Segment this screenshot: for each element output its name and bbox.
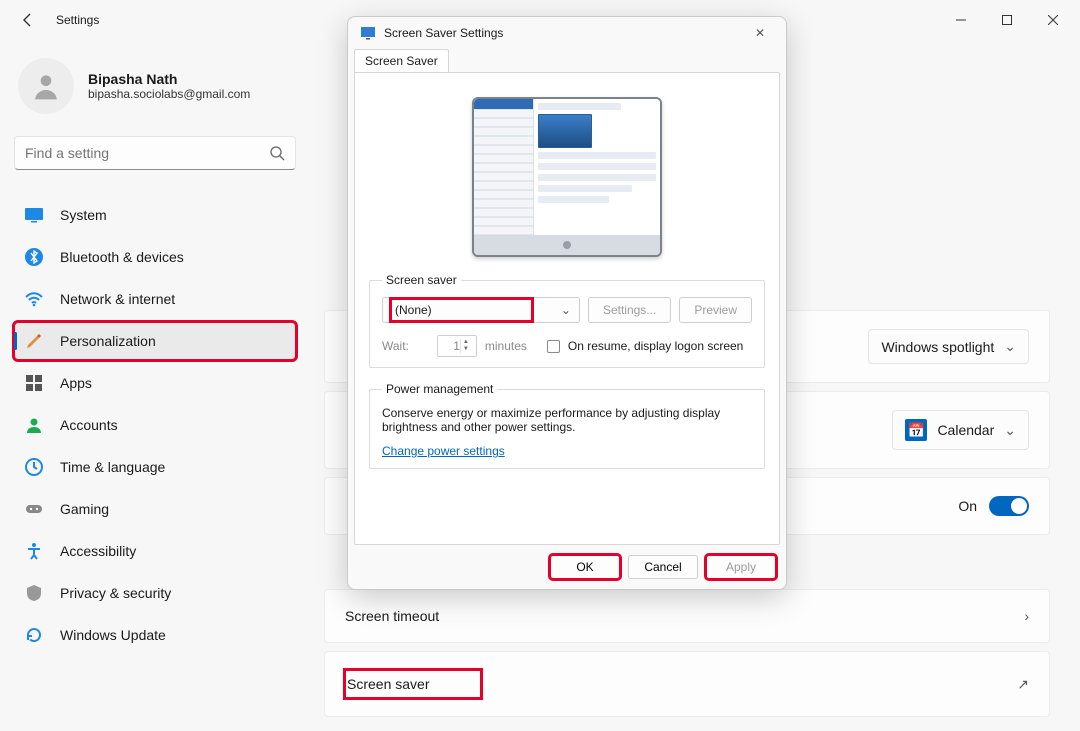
sidebar-item-label: Personalization — [60, 333, 156, 349]
wait-unit: minutes — [485, 339, 527, 353]
user-email: bipasha.sociolabs@gmail.com — [88, 87, 250, 101]
spotlight-value: Windows spotlight — [881, 339, 994, 355]
sidebar-item-label: Gaming — [60, 501, 109, 517]
resume-label: On resume, display logon screen — [568, 339, 743, 353]
sidebar-item-gaming[interactable]: Gaming — [14, 490, 296, 528]
row-label: Screen timeout — [345, 608, 439, 624]
sidebar-item-label: Bluetooth & devices — [60, 249, 184, 265]
sidebar-item-update[interactable]: Windows Update — [14, 616, 296, 654]
group-label: Screen saver — [382, 273, 461, 287]
chevron-down-icon: ⌄ — [561, 303, 571, 317]
preview-button[interactable]: Preview — [679, 297, 752, 323]
sidebar-item-label: Apps — [60, 375, 92, 391]
sidebar-item-system[interactable]: System — [14, 196, 296, 234]
sidebar-item-accessibility[interactable]: Accessibility — [14, 532, 296, 570]
maximize-button[interactable] — [984, 4, 1030, 36]
sidebar-item-network[interactable]: Network & internet — [14, 280, 296, 318]
screen-saver-row[interactable]: Screen saver ↗ — [324, 651, 1050, 717]
close-button[interactable] — [1030, 4, 1076, 36]
sidebar-item-label: Windows Update — [60, 627, 166, 643]
minimize-button[interactable] — [938, 4, 984, 36]
paintbrush-icon — [24, 331, 44, 351]
screensaver-dialog: Screen Saver Settings ✕ Screen Saver Scr… — [347, 16, 787, 590]
dialog-close-button[interactable]: ✕ — [746, 26, 774, 40]
wait-input[interactable] — [438, 339, 460, 353]
dialog-titlebar[interactable]: Screen Saver Settings ✕ — [348, 17, 786, 49]
apply-button[interactable]: Apply — [706, 555, 776, 579]
arrow-left-icon — [20, 12, 36, 28]
back-button[interactable] — [14, 6, 42, 34]
sidebar-item-label: Privacy & security — [60, 585, 171, 601]
row-label: Screen saver — [345, 670, 481, 698]
sidebar-item-label: Accessibility — [60, 543, 136, 559]
person-icon — [30, 70, 62, 102]
sidebar-item-bluetooth[interactable]: Bluetooth & devices — [14, 238, 296, 276]
open-external-icon: ↗ — [1017, 676, 1029, 693]
toggle-state: On — [958, 498, 977, 514]
window-title: Settings — [56, 13, 99, 27]
sidebar-item-label: System — [60, 207, 107, 223]
update-icon — [24, 625, 44, 645]
profile[interactable]: Bipasha Nath bipasha.sociolabs@gmail.com — [18, 58, 292, 114]
account-icon — [24, 415, 44, 435]
search-input[interactable] — [25, 145, 269, 161]
wifi-icon — [24, 289, 44, 309]
power-settings-link[interactable]: Change power settings — [382, 444, 505, 458]
calendar-value: Calendar — [937, 422, 994, 438]
sidebar-item-label: Network & internet — [60, 291, 175, 307]
wait-spinner[interactable]: ▲▼ — [437, 335, 477, 357]
sidebar: Bipasha Nath bipasha.sociolabs@gmail.com… — [0, 40, 310, 731]
calendar-icon: 📅 — [905, 419, 927, 441]
spin-down-icon[interactable]: ▼ — [463, 346, 469, 353]
apps-icon — [24, 373, 44, 393]
settings-button[interactable]: Settings... — [588, 297, 671, 323]
monitor-preview — [472, 97, 662, 257]
shield-icon — [24, 583, 44, 603]
sidebar-item-label: Accounts — [60, 417, 118, 433]
gamepad-icon — [24, 499, 44, 519]
sidebar-item-time[interactable]: Time & language — [14, 448, 296, 486]
dialog-title: Screen Saver Settings — [384, 26, 503, 40]
toggle-switch[interactable] — [989, 496, 1029, 516]
wait-label: Wait: — [382, 339, 409, 353]
sidebar-item-privacy[interactable]: Privacy & security — [14, 574, 296, 612]
search-field[interactable] — [14, 136, 296, 170]
tab-screensaver[interactable]: Screen Saver — [354, 49, 449, 72]
calendar-dropdown[interactable]: 📅 Calendar ⌄ — [892, 410, 1029, 450]
display-icon — [24, 205, 44, 225]
screensaver-value: (None) — [391, 299, 532, 321]
sidebar-item-accounts[interactable]: Accounts — [14, 406, 296, 444]
resume-checkbox[interactable] — [547, 340, 560, 353]
sidebar-item-apps[interactable]: Apps — [14, 364, 296, 402]
screen-timeout-row[interactable]: Screen timeout › — [324, 589, 1050, 643]
avatar — [18, 58, 74, 114]
spin-up-icon[interactable]: ▲ — [463, 339, 469, 346]
chevron-down-icon: ⌄ — [1004, 338, 1016, 355]
sidebar-item-label: Time & language — [60, 459, 165, 475]
chevron-down-icon: ⌄ — [1004, 422, 1016, 439]
bluetooth-icon — [24, 247, 44, 267]
sidebar-item-personalization[interactable]: Personalization — [14, 322, 296, 360]
cancel-button[interactable]: Cancel — [628, 555, 698, 579]
accessibility-icon — [24, 541, 44, 561]
screensaver-icon — [360, 25, 376, 41]
clock-icon — [24, 457, 44, 477]
power-text: Conserve energy or maximize performance … — [382, 406, 752, 434]
search-icon — [269, 145, 285, 161]
screensaver-select[interactable]: (None) ⌄ — [382, 297, 580, 323]
spotlight-dropdown[interactable]: Windows spotlight ⌄ — [868, 329, 1029, 364]
group-label: Power management — [382, 382, 497, 396]
chevron-right-icon: › — [1024, 608, 1029, 624]
user-name: Bipasha Nath — [88, 71, 250, 87]
screensaver-group: Screen saver (None) ⌄ Settings... Previe… — [369, 273, 765, 368]
ok-button[interactable]: OK — [550, 555, 620, 579]
power-group: Power management Conserve energy or maxi… — [369, 382, 765, 469]
